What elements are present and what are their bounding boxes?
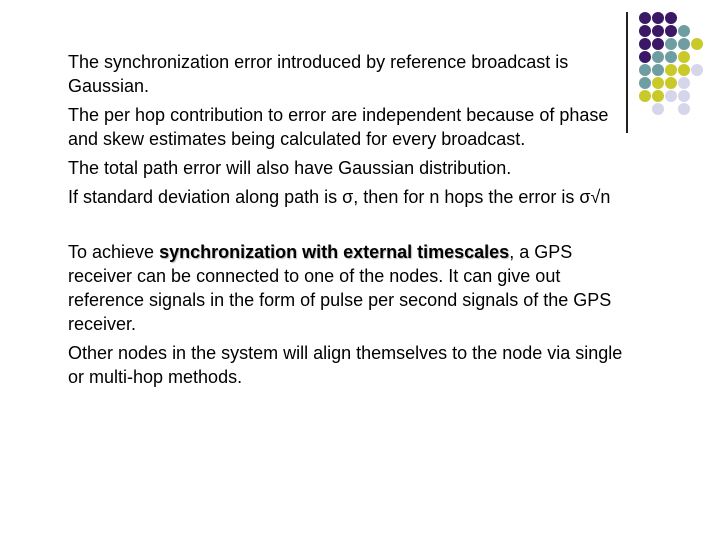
decorative-dot-purple xyxy=(652,25,664,37)
paragraph-node-alignment: Other nodes in the system will align the… xyxy=(68,343,623,387)
decorative-dot-purple xyxy=(652,12,664,24)
decorative-dot-yellow xyxy=(678,64,690,76)
decorative-dot-teal xyxy=(652,51,664,63)
decorative-dot-yellow xyxy=(665,64,677,76)
decorative-dot-yellow xyxy=(691,38,703,50)
decorative-dot-lavender xyxy=(665,90,677,102)
decorative-dot-teal xyxy=(639,77,651,89)
decorative-dot-purple xyxy=(665,12,677,24)
decorative-dot-lavender xyxy=(652,103,664,115)
emphasis-external-timescales: synchronization with external timescales xyxy=(159,242,510,262)
decorative-dot-lavender xyxy=(678,90,690,102)
decorative-dot-purple xyxy=(639,38,651,50)
paragraph-gps-receiver: To achieve synchronization with external… xyxy=(68,240,628,336)
decorative-dot-purple xyxy=(639,25,651,37)
decorative-dot-yellow xyxy=(678,51,690,63)
paragraph-standard-deviation: If standard deviation along path is σ, t… xyxy=(68,187,611,207)
paragraph-gaussian-error: The synchronization error introduced by … xyxy=(68,52,569,96)
decorative-dot-yellow xyxy=(639,90,651,102)
decorative-dot-teal xyxy=(652,64,664,76)
paragraph-per-hop-independence: The per hop contribution to error are in… xyxy=(68,105,609,149)
decorative-dot-teal xyxy=(665,38,677,50)
decorative-dot-purple xyxy=(665,25,677,37)
decorative-dot-teal xyxy=(639,64,651,76)
decorative-dot-purple xyxy=(639,12,651,24)
decorative-dot-yellow xyxy=(652,90,664,102)
decorative-dot-lavender xyxy=(691,64,703,76)
decorative-dot-lavender xyxy=(678,77,690,89)
decorative-dot-teal xyxy=(678,25,690,37)
decorative-dot-purple xyxy=(652,38,664,50)
paragraph-total-path-error: The total path error will also have Gaus… xyxy=(68,158,512,178)
decorative-dot-teal xyxy=(678,38,690,50)
slide-body: The synchronization error introduced by … xyxy=(68,50,628,394)
decorative-dot-yellow xyxy=(652,77,664,89)
decorative-dot-lavender xyxy=(678,103,690,115)
decorative-dot-teal xyxy=(665,51,677,63)
decorative-dot-yellow xyxy=(665,77,677,89)
decorative-dot-purple xyxy=(639,51,651,63)
gps-prefix: To achieve xyxy=(68,242,160,262)
